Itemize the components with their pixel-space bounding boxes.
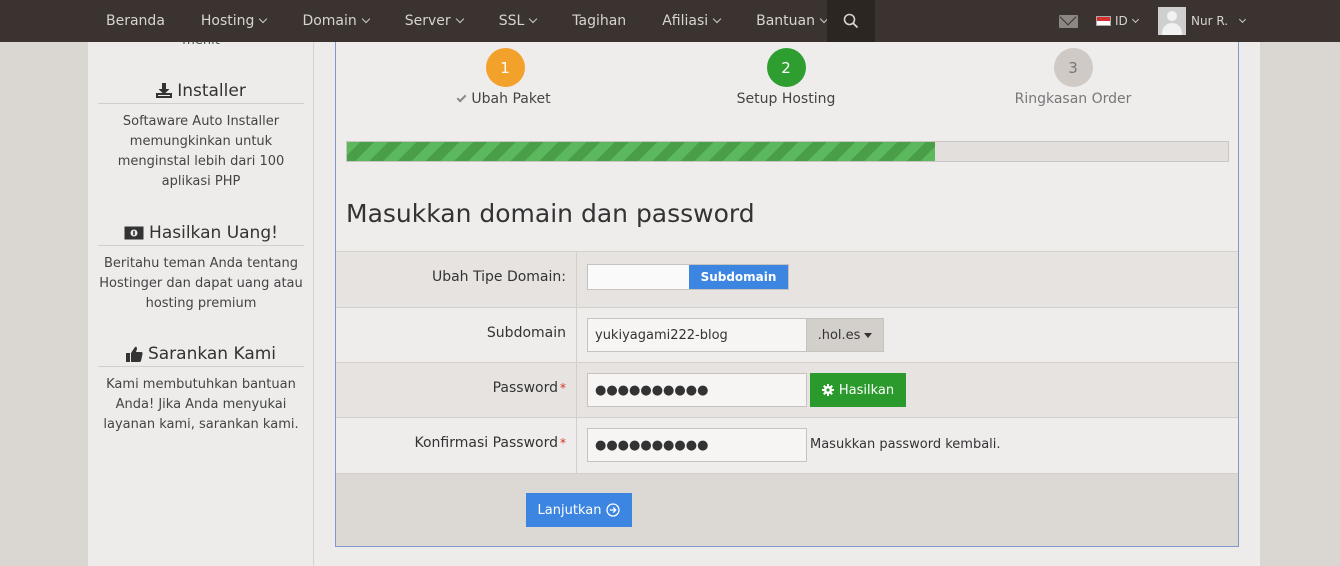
subdomain-row: Subdomain yukiyagami222-blog .hol.es: [336, 307, 1238, 362]
step-number-circle: 1: [485, 48, 525, 87]
avatar: [1158, 7, 1186, 35]
nav-label: Tagihan: [572, 13, 627, 29]
confirm-password-mask: ●●●●●●●●●●: [595, 437, 709, 453]
arrow-circle-right-icon: [606, 503, 621, 517]
sidebar-section-title: Sarankan Kami: [98, 341, 304, 367]
continue-button[interactable]: Lanjutkan: [526, 493, 632, 527]
chevron-down-icon: [259, 14, 268, 24]
password-label-text: Password: [492, 380, 558, 396]
confirm-label-text: Konfirmasi Password: [414, 435, 559, 451]
subdomain-input[interactable]: yukiyagami222-blog: [587, 318, 807, 352]
chevron-down-icon: [1239, 15, 1247, 24]
nav-label: Afiliasi: [662, 13, 709, 29]
step-number-circle: 3: [1053, 48, 1093, 87]
order-form-panel: 1 Ubah Paket 2 Setup Hosting 3 Ringkasan…: [335, 42, 1239, 547]
mail-icon[interactable]: [1059, 15, 1078, 28]
gear-icon: [821, 384, 834, 396]
top-navbar: Beranda Hosting Domain Server SSL Tagiha…: [0, 0, 1340, 42]
step-1: 1 Ubah Paket: [440, 48, 570, 107]
chevron-down-icon: [1131, 15, 1139, 24]
thumbs-up-icon: [125, 346, 143, 362]
continue-label: Lanjutkan: [537, 502, 602, 518]
sidebar-section-title: Hasilkan Uang!: [98, 220, 304, 246]
step-label: Ubah Paket: [440, 91, 570, 107]
password-mask: ●●●●●●●●●●: [595, 382, 709, 398]
nav-beranda[interactable]: Beranda: [88, 0, 183, 42]
download-icon: [156, 83, 173, 98]
confirm-password-row: Konfirmasi Password * ●●●●●●●●●● Masukkan…: [336, 417, 1238, 473]
sidebar-section-text: Kami membutuhkan bantuan Anda! Jika Anda…: [103, 377, 299, 432]
user-menu[interactable]: Nur R.: [1158, 7, 1247, 35]
money-icon: [124, 226, 144, 239]
sidebar-section-title: Installer: [98, 78, 304, 104]
progress-fill: [347, 142, 935, 161]
password-field[interactable]: ●●●●●●●●●●: [587, 373, 807, 407]
nav-label: Hosting: [200, 13, 255, 29]
form-title: Masukkan domain dan password: [346, 199, 755, 228]
nav-ssl[interactable]: SSL: [481, 0, 555, 42]
confirm-password-field[interactable]: ●●●●●●●●●●: [587, 428, 807, 462]
caret-down-icon: [864, 332, 873, 338]
nav-server[interactable]: Server: [387, 0, 481, 42]
generate-label: Hasilkan: [838, 382, 895, 398]
sidebar: menit Installer Softaware Auto Installer…: [88, 42, 314, 566]
search-icon: [843, 13, 859, 29]
confirm-password-help: Masukkan password kembali.: [810, 437, 1001, 452]
sidebar-section-installer: Installer Softaware Auto Installer memun…: [98, 78, 304, 192]
main-menu: Beranda Hosting Domain Server SSL Tagiha…: [88, 0, 845, 42]
subdomain-label: Subdomain: [486, 325, 566, 341]
nav-label: Domain: [302, 13, 357, 29]
check-icon: [456, 92, 467, 102]
nav-hosting[interactable]: Hosting: [183, 0, 285, 42]
generate-password-button[interactable]: Hasilkan: [810, 373, 906, 407]
language-label: ID: [1115, 14, 1128, 28]
password-row: Password * ●●●●●●●●●● Hasilkan: [336, 362, 1238, 417]
password-label: Password *: [493, 380, 566, 396]
nav-label: SSL: [498, 13, 525, 29]
user-name: Nur R.: [1191, 14, 1229, 28]
step-number-circle: 2: [766, 48, 806, 87]
language-selector[interactable]: ID: [1096, 13, 1139, 29]
chevron-down-icon: [361, 14, 371, 24]
step-3: 3 Ringkasan Order: [1008, 48, 1138, 107]
domain-suffix-dropdown[interactable]: .hol.es: [806, 318, 884, 352]
required-asterisk: *: [560, 381, 566, 395]
order-progress-bar: [346, 141, 1229, 162]
sidebar-section-sarankan-kami: Sarankan Kami Kami membutuhkan bantuan A…: [98, 341, 304, 435]
domain-suffix-text: .hol.es: [817, 327, 861, 343]
subdomain-option-button[interactable]: Subdomain: [689, 265, 788, 289]
nav-label: Bantuan: [756, 13, 815, 29]
search-button[interactable]: [827, 0, 875, 42]
nav-domain[interactable]: Domain: [284, 0, 386, 42]
sidebar-cut-text: menit: [88, 42, 314, 50]
confirm-password-label: Konfirmasi Password *: [415, 435, 567, 451]
step-label-text: Ubah Paket: [471, 91, 551, 107]
nav-label: Server: [404, 13, 451, 29]
nav-label: Beranda: [106, 13, 165, 29]
sidebar-title-text: Hasilkan Uang!: [149, 222, 278, 243]
sidebar-title-text: Installer: [177, 80, 246, 101]
chevron-down-icon: [529, 14, 538, 24]
sidebar-section-hasilkan-uang: Hasilkan Uang! Beritahu teman Anda tenta…: [98, 220, 304, 314]
chevron-down-icon: [712, 14, 722, 24]
nav-tagihan[interactable]: Tagihan: [554, 0, 644, 42]
form-footer: Lanjutkan: [336, 473, 1238, 546]
domain-type-label: Ubah Tipe Domain:: [431, 269, 566, 285]
required-asterisk: *: [560, 436, 566, 450]
chevron-down-icon: [455, 14, 464, 24]
domain-type-option-empty[interactable]: [588, 265, 689, 289]
domain-type-row: Ubah Tipe Domain: Subdomain: [336, 251, 1238, 307]
cut-text: menit: [182, 42, 220, 48]
nav-afiliasi[interactable]: Afiliasi: [644, 0, 738, 42]
sidebar-section-text: Softaware Auto Installer memungkinkan un…: [117, 114, 285, 189]
step-label-text: Setup Hosting: [736, 91, 836, 107]
indonesia-flag-icon: [1096, 16, 1111, 26]
step-2: 2 Setup Hosting: [721, 48, 851, 107]
step-label-text: Ringkasan Order: [1014, 91, 1132, 107]
sidebar-section-text: Beritahu teman Anda tentang Hostinger da…: [99, 256, 303, 311]
sidebar-title-text: Sarankan Kami: [147, 343, 277, 364]
domain-type-toggle: Subdomain: [587, 264, 789, 290]
